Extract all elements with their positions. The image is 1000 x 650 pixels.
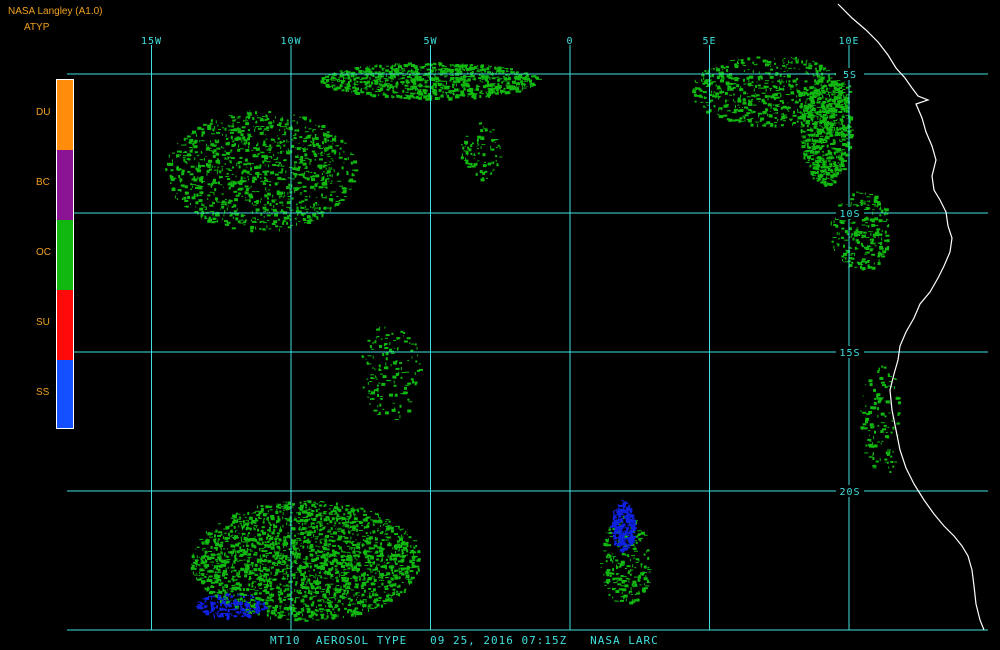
legend-label-oc: OC	[36, 247, 51, 258]
legend-swatch-ss	[57, 360, 73, 428]
legend-swatch-oc	[57, 220, 73, 290]
longitude-label: 10E	[838, 36, 859, 47]
legend-label-du: DU	[36, 107, 51, 118]
longitude-label: 0	[566, 36, 573, 47]
longitude-label: 10W	[280, 36, 301, 47]
longitude-label: 15W	[141, 36, 162, 47]
latitude-label: 20S	[839, 487, 860, 498]
legend-label-su: SU	[36, 317, 50, 328]
legend-label-bc: BC	[36, 177, 50, 188]
legend-swatch-su	[57, 290, 73, 360]
map-footer-caption: MT10 AEROSOL TYPE 09 25, 2016 07:15Z NAS…	[270, 634, 659, 647]
source-title: NASA Langley (A1.0)	[8, 6, 103, 17]
latitude-label: 10S	[839, 209, 860, 220]
aerosol-type-map: 15W 10W 5W 0 5E 10E 5S 10S 15S 20S	[0, 0, 1000, 650]
legend-label-ss: SS	[36, 387, 50, 398]
longitude-label: 5E	[702, 36, 716, 47]
latitude-label: 15S	[839, 348, 860, 359]
legend-swatch-du	[57, 80, 73, 150]
longitude-label: 5W	[423, 36, 437, 47]
legend-swatch-bc	[57, 150, 73, 220]
latitude-label: 5S	[843, 70, 857, 81]
product-code: ATYP	[24, 22, 50, 33]
